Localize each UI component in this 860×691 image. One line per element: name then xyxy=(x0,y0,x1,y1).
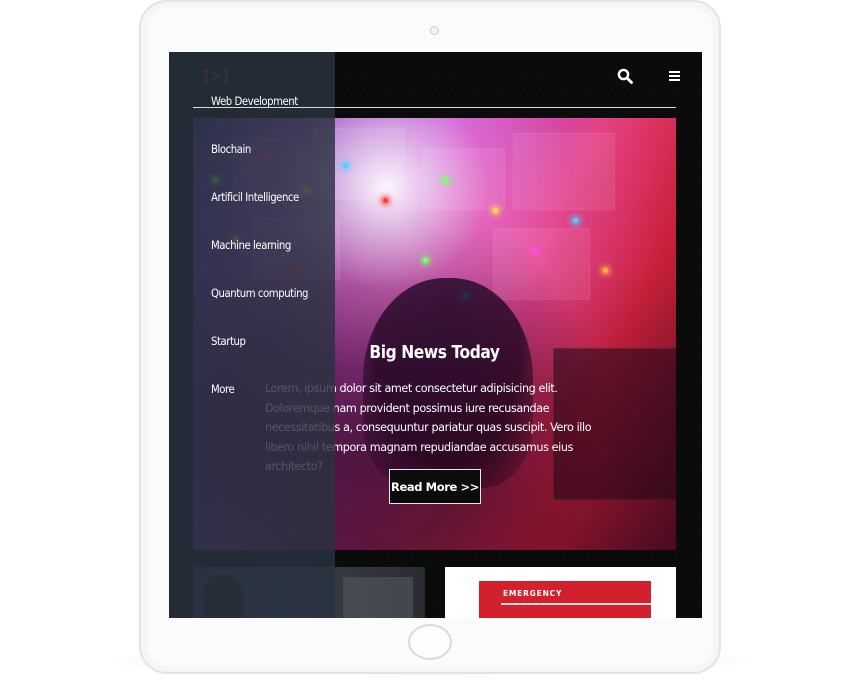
nav-item-quantum-computing[interactable]: Quantum computing xyxy=(211,286,308,300)
side-nav: Web Development Blochain Artificil Intel… xyxy=(169,52,335,618)
emergency-label: EMERGENCY xyxy=(503,589,563,598)
header-divider xyxy=(335,107,676,108)
nav-item-more[interactable]: More xyxy=(211,382,235,396)
search-icon[interactable] xyxy=(617,68,633,84)
home-button[interactable] xyxy=(408,624,452,660)
nav-item-startup[interactable]: Startup xyxy=(211,334,246,348)
panel-stripe xyxy=(501,603,651,605)
nav-item-machine-learning[interactable]: Machine learning xyxy=(211,238,291,252)
nav-item-blockchain[interactable]: Blochain xyxy=(211,142,251,156)
emergency-panel xyxy=(479,581,651,618)
tablet-screen: [>] xyxy=(169,52,702,618)
hamburger-menu-icon[interactable] xyxy=(667,68,683,84)
camera-icon xyxy=(430,26,439,35)
read-more-button[interactable]: Read More >> xyxy=(389,469,481,504)
card-figure xyxy=(343,577,413,618)
article-card[interactable]: EMERGENCY xyxy=(445,567,676,618)
stage: [>] xyxy=(0,0,860,691)
nav-item-web-development[interactable]: Web Development xyxy=(211,94,298,108)
nav-item-artificial-intelligence[interactable]: Artificil Intelligence xyxy=(211,190,299,204)
